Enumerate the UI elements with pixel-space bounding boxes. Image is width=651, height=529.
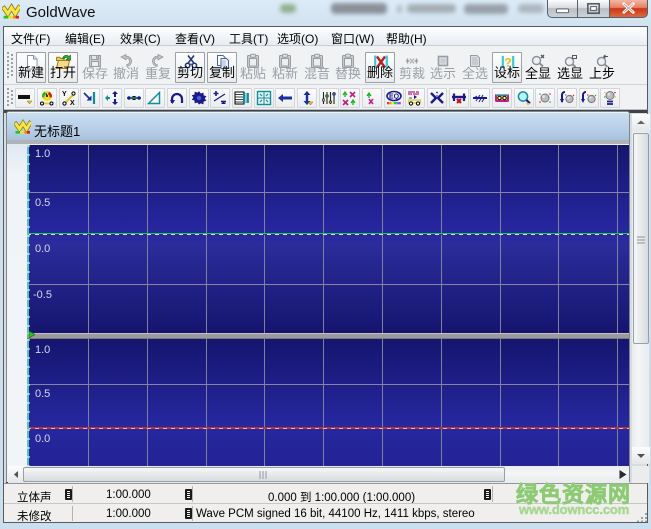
- svg-text:EQ: EQ: [389, 94, 400, 101]
- svg-text:Y: Y: [62, 91, 67, 98]
- svg-text:X: X: [70, 100, 75, 106]
